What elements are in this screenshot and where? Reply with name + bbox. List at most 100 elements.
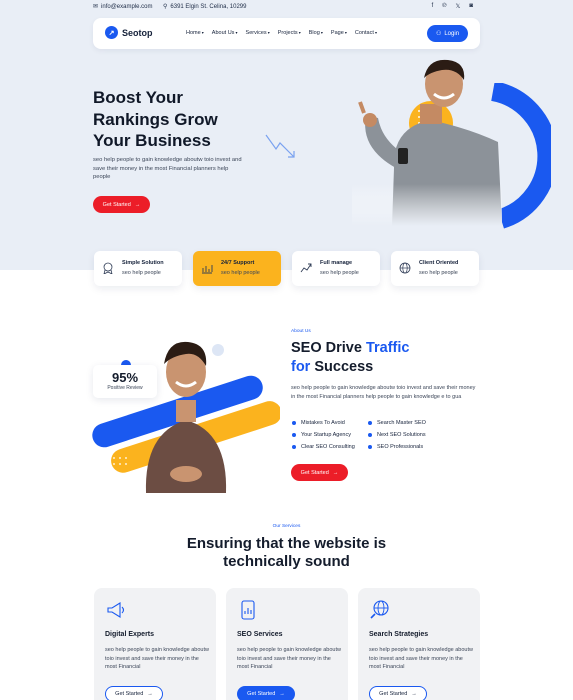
- x-twitter-icon[interactable]: 𝕏: [456, 3, 461, 10]
- feature-card-support[interactable]: 24/7 Support seo help people: [193, 251, 281, 286]
- feature-card-full-manage[interactable]: Full manage seo help people: [292, 251, 380, 286]
- feature-subtitle: seo help people: [122, 270, 161, 276]
- hero-title-line: Rankings Grow: [93, 109, 218, 129]
- instagram-icon[interactable]: ◙: [469, 3, 473, 10]
- button-label: Get Started: [379, 691, 408, 697]
- services-title-line: technically sound: [223, 553, 350, 570]
- service-get-started-button[interactable]: Get Started →: [105, 686, 163, 700]
- about-get-started-button[interactable]: Get Started →: [291, 464, 348, 481]
- service-card-seo-services[interactable]: SEO Services seo help people to gain kno…: [226, 588, 348, 700]
- service-title: Search Strategies: [369, 631, 429, 638]
- email-info[interactable]: ✉ info@example.com: [93, 3, 153, 11]
- nav-menu: Home About Us Services Projects Blog Pag…: [186, 30, 377, 36]
- button-label: Get Started: [102, 201, 131, 208]
- list-item: Your Startup Agency: [292, 432, 355, 438]
- feature-title: Client Oriented: [419, 260, 459, 266]
- feature-card-simple-solution[interactable]: Simple Solution seo help people: [94, 251, 182, 286]
- nav-item-blog[interactable]: Blog: [309, 30, 323, 36]
- megaphone-icon: [107, 602, 125, 618]
- hero-description: seo help people to gain knowledge aboutw…: [93, 157, 242, 180]
- nav-item-page[interactable]: Page: [331, 30, 347, 36]
- services-title: Ensuring that the website is technically…: [0, 535, 573, 571]
- list-item: Mistakes To Avoid: [292, 420, 355, 426]
- about-tag: About Us: [291, 329, 311, 334]
- feature-subtitle: seo help people: [419, 270, 458, 276]
- nav-item-about[interactable]: About Us: [212, 30, 238, 36]
- zigzag-arrow-icon: [265, 134, 295, 158]
- about-title: SEO Drive Traffic for Success: [291, 339, 471, 377]
- positive-review-badge: 95% Positive Review: [93, 365, 157, 398]
- bullet-icon: [368, 421, 372, 425]
- button-label: Get Started: [247, 691, 276, 697]
- about-title-line-2: for Success: [291, 358, 471, 377]
- list-item: Search Master SEO: [368, 420, 426, 426]
- about-person-image: [92, 341, 280, 493]
- list-item-text: Mistakes To Avoid: [301, 420, 345, 426]
- service-description: seo help people to gain knowledge aboutw…: [369, 647, 473, 671]
- facebook-icon[interactable]: f: [431, 3, 433, 10]
- chart-icon: [202, 265, 213, 274]
- logo-icon: ↗: [105, 26, 118, 39]
- about-title-line-1: SEO Drive Traffic: [291, 339, 471, 358]
- bullet-icon: [292, 445, 296, 449]
- list-item-text: Clear SEO Consulting: [301, 444, 355, 450]
- hero-get-started-button[interactable]: Get Started →: [93, 196, 150, 213]
- nav-item-services[interactable]: Services: [246, 30, 270, 36]
- services-title-line: Ensuring that the website is: [186, 535, 387, 552]
- about-title-part: SEO Drive: [291, 340, 366, 356]
- bullet-icon: [292, 433, 296, 437]
- service-description: seo help people to gain knowledge aboutw…: [105, 647, 209, 671]
- hero-person-image: [352, 58, 502, 226]
- about-list-right: Search Master SEO Next SEO Solutions SEO…: [368, 420, 426, 450]
- pinterest-icon[interactable]: ℗: [442, 3, 446, 10]
- service-description: seo help people to gain knowledge aboutw…: [237, 647, 341, 671]
- button-label: Get Started: [115, 691, 144, 697]
- ribbon-icon: [103, 262, 113, 274]
- arrow-right-icon: →: [147, 691, 153, 697]
- feature-title: 24/7 Support: [221, 260, 255, 266]
- login-label: Login: [444, 30, 460, 37]
- address-text: 6391 Elgin St. Celina, 10299: [170, 3, 247, 10]
- nav-item-contact[interactable]: Contact: [355, 30, 377, 36]
- arrow-right-icon: →: [332, 469, 339, 476]
- nav-item-projects[interactable]: Projects: [278, 30, 301, 36]
- services-tag: Our Services: [272, 524, 301, 529]
- list-item: Clear SEO Consulting: [292, 444, 355, 450]
- about-title-part: Success: [310, 359, 374, 375]
- feature-subtitle: seo help people: [221, 270, 260, 276]
- about-description: seo help people to gain knowledge aboutw…: [291, 385, 476, 400]
- bullet-icon: [368, 433, 372, 437]
- globe-icon: [399, 262, 411, 274]
- feature-card-client-oriented[interactable]: Client Oriented seo help people: [391, 251, 479, 286]
- about-title-highlight: for: [291, 359, 311, 375]
- list-item-text: Your Startup Agency: [301, 432, 351, 438]
- about-title-highlight: Traffic: [365, 340, 410, 356]
- service-card-digital-experts[interactable]: Digital Experts seo help people to gain …: [94, 588, 216, 700]
- address-info: ⚲ 6391 Elgin St. Celina, 10299: [163, 3, 247, 11]
- top-info-bar: ✉ info@example.com ⚲ 6391 Elgin St. Celi…: [0, 0, 573, 16]
- arrow-right-icon: →: [411, 691, 417, 697]
- service-card-search-strategies[interactable]: Search Strategies seo help people to gai…: [358, 588, 480, 700]
- hero-title-line: Your Business: [93, 131, 211, 150]
- mail-icon: ✉: [93, 4, 99, 10]
- email-text: info@example.com: [101, 3, 153, 10]
- service-get-started-button[interactable]: Get Started →: [237, 686, 295, 700]
- growth-icon: [300, 263, 312, 273]
- feature-subtitle: seo help people: [320, 270, 359, 276]
- service-get-started-button[interactable]: Get Started →: [369, 686, 427, 700]
- list-item: Next SEO Solutions: [368, 432, 426, 438]
- site-logo[interactable]: ↗ Seotop: [105, 26, 153, 39]
- about-list-left: Mistakes To Avoid Your Startup Agency Cl…: [292, 420, 355, 450]
- hero-title-line: Boost Your: [93, 88, 184, 107]
- review-label: Positive Review: [107, 385, 143, 391]
- feature-title: Simple Solution: [122, 260, 164, 266]
- hero-title: Boost Your Rankings Grow Your Business: [93, 87, 273, 152]
- list-item-text: Search Master SEO: [377, 420, 426, 426]
- list-item: SEO Professionals: [368, 444, 426, 450]
- social-links: f ℗ 𝕏 ◙: [431, 3, 473, 10]
- review-percentage: 95%: [111, 370, 139, 385]
- arrow-right-icon: →: [279, 691, 285, 697]
- location-icon: ⚲: [163, 4, 168, 10]
- nav-item-home[interactable]: Home: [186, 30, 204, 36]
- login-button[interactable]: ⚇ Login: [427, 25, 468, 42]
